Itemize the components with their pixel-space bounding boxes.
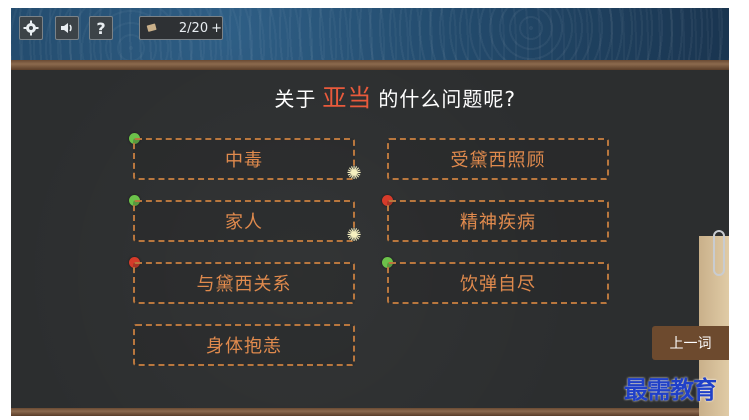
option-label: 身体抱恙 bbox=[206, 336, 282, 357]
help-label: ? bbox=[96, 18, 106, 38]
question-suffix: 的什么问题呢? bbox=[378, 87, 516, 111]
previous-word-button[interactable]: 上一词 bbox=[652, 326, 729, 360]
option-button[interactable]: 身体抱恙 bbox=[133, 324, 355, 366]
option-button[interactable]: 饮弹自尽 bbox=[387, 262, 609, 304]
option-label: 家人 bbox=[225, 212, 263, 233]
wood-frame-top bbox=[11, 60, 729, 70]
option-button[interactable]: 与黛西关系 bbox=[133, 262, 355, 304]
question-prefix: 关于 bbox=[274, 87, 317, 111]
game-board: ? 2/20 + 关于 亚当 的什么问题呢? 中毒 ✺ 受黛西照顾 家人 ✺ 精神疾… bbox=[11, 8, 729, 416]
settings-button[interactable] bbox=[19, 16, 43, 40]
gear-icon bbox=[23, 20, 39, 36]
question-subject: 亚当 bbox=[322, 84, 373, 112]
watermark-logo: 最需教育 bbox=[624, 375, 717, 404]
option-label: 受黛西照顾 bbox=[450, 150, 546, 171]
sparkle-icon: ✺ bbox=[346, 163, 362, 184]
previous-word-label: 上一词 bbox=[669, 336, 712, 352]
sound-button[interactable] bbox=[55, 16, 79, 40]
paperclip-icon bbox=[713, 230, 725, 276]
counter-plus[interactable]: + bbox=[211, 21, 222, 36]
speaker-icon bbox=[61, 23, 72, 33]
card-icon bbox=[146, 23, 157, 32]
chalkboard bbox=[11, 70, 729, 408]
top-bar bbox=[11, 8, 729, 60]
option-label: 精神疾病 bbox=[460, 212, 536, 233]
option-button[interactable]: 家人 bbox=[133, 200, 355, 242]
help-button[interactable]: ? bbox=[89, 16, 113, 40]
question-text: 关于 亚当 的什么问题呢? bbox=[11, 78, 516, 113]
option-button[interactable]: 受黛西照顾 bbox=[387, 138, 609, 180]
counter-text: 2/20 bbox=[178, 20, 209, 36]
option-button[interactable]: 精神疾病 bbox=[387, 200, 609, 242]
sparkle-icon: ✺ bbox=[346, 225, 362, 246]
option-label: 与黛西关系 bbox=[196, 274, 292, 295]
option-button[interactable]: 中毒 bbox=[133, 138, 355, 180]
progress-counter: 2/20 + bbox=[139, 16, 223, 40]
wood-frame-bottom bbox=[11, 408, 729, 416]
option-label: 饮弹自尽 bbox=[460, 274, 536, 295]
option-label: 中毒 bbox=[225, 150, 263, 171]
